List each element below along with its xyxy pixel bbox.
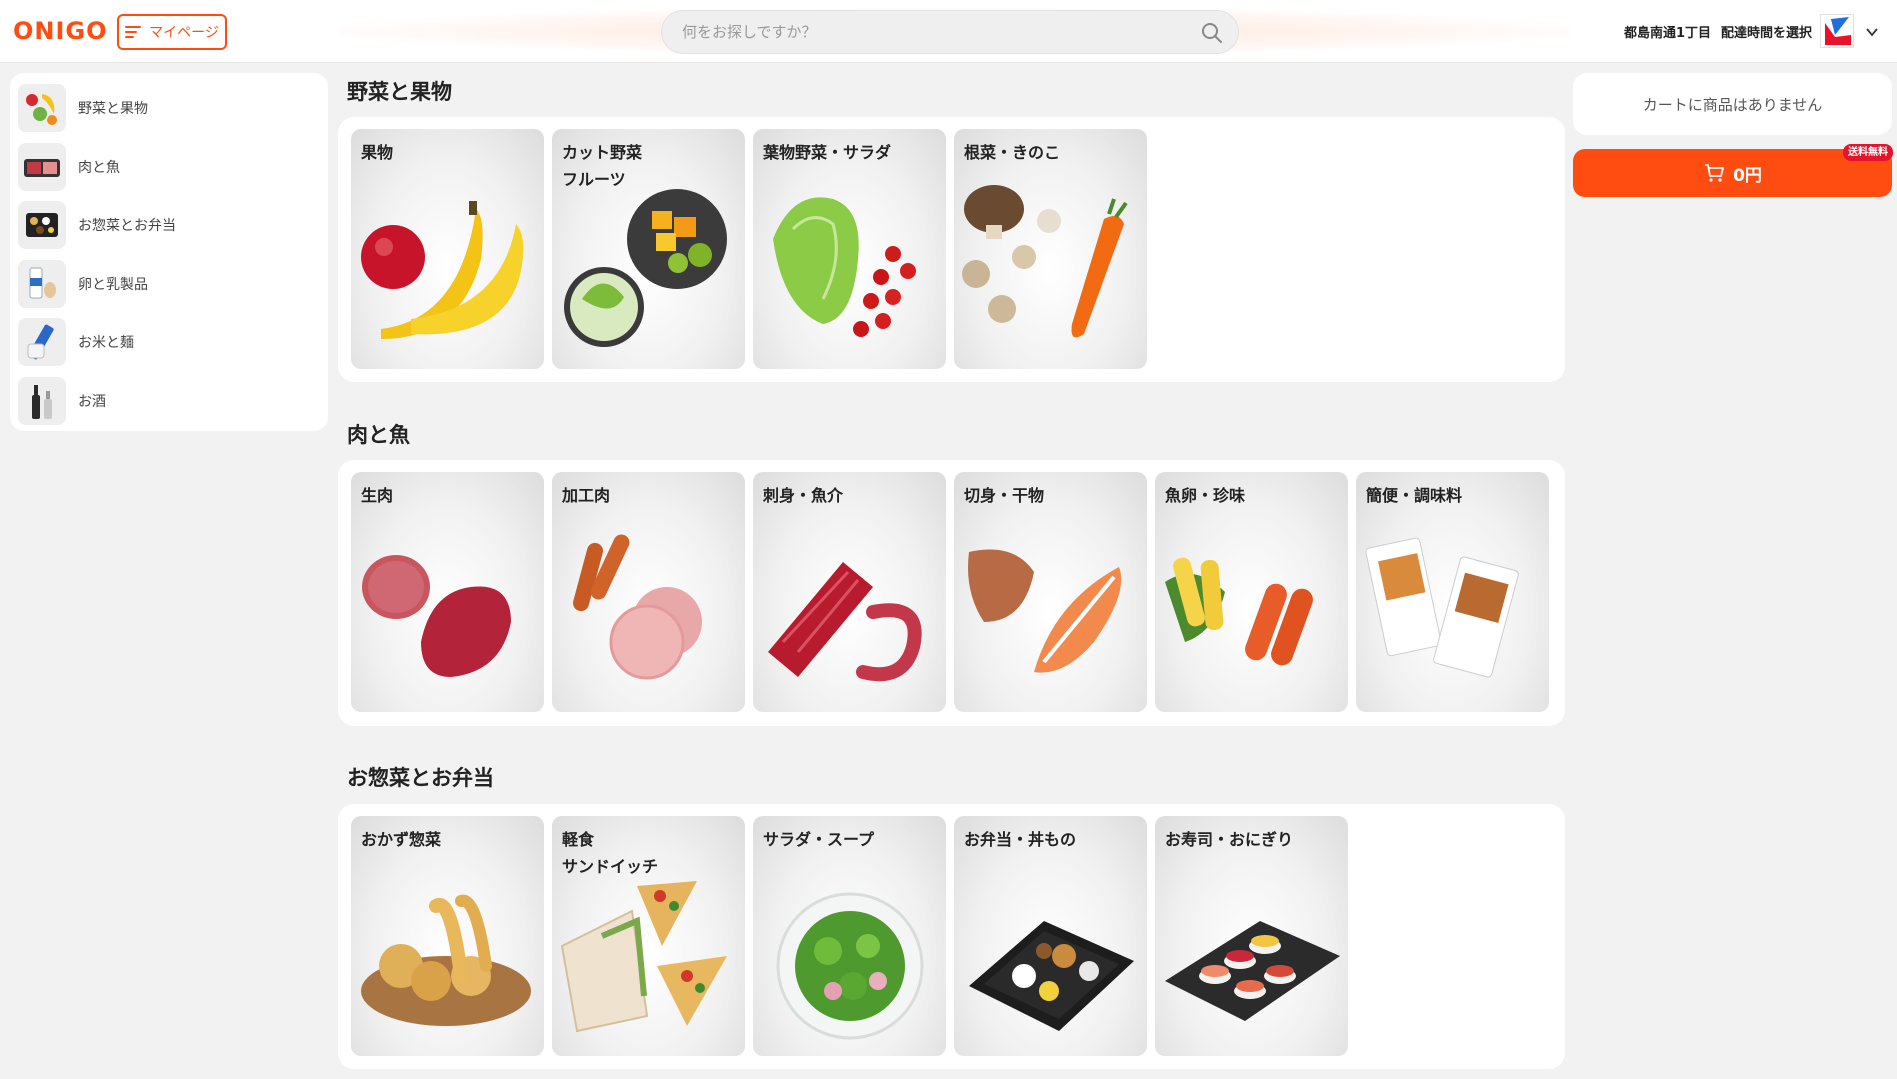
card-label: 魚卵・珍味 <box>1165 486 1246 505</box>
card-label: お寿司・おにぎり <box>1165 830 1294 849</box>
card-label: 加工肉 <box>562 486 611 505</box>
sidebar-item-rice-noodles[interactable]: お米と麺 <box>10 313 328 372</box>
avatar-icon <box>1821 15 1853 47</box>
search-input[interactable] <box>682 11 1182 53</box>
onigo-logo[interactable]: ONIGO <box>13 16 108 46</box>
category-card-fillet-dried[interactable]: 切身・干物 <box>954 472 1147 712</box>
sidebar-item-label: お酒 <box>78 393 106 410</box>
deli-bento-icon <box>18 201 66 250</box>
delivery-time-select[interactable]: 配達時間を選択 <box>1721 22 1812 42</box>
sidebar-item-label: お惣菜とお弁当 <box>78 218 176 235</box>
card-label: 刺身・魚介 <box>763 486 844 505</box>
card-label: 簡便・調味料 <box>1366 486 1463 505</box>
category-card-roe-delicacy[interactable]: 魚卵・珍味 <box>1155 472 1348 712</box>
search-icon[interactable] <box>1200 21 1224 45</box>
card-label: サラダ・スープ <box>763 830 875 849</box>
section-title-vegetables-fruits: 野菜と果物 <box>347 80 452 104</box>
category-card-bento-donburi[interactable]: お弁当・丼もの <box>954 816 1147 1056</box>
section-title-deli-bento: お惣菜とお弁当 <box>347 766 494 790</box>
delivery-address[interactable]: 都島南通1丁目 <box>1624 22 1711 42</box>
sidebar-item-label: 野菜と果物 <box>78 101 148 118</box>
card-label: 果物 <box>361 143 394 162</box>
category-sidebar: 野菜と果物 肉と魚 お惣菜とお弁当 卵と乳製品 お米と麺 お酒 <box>10 73 328 431</box>
sidebar-item-label: お米と麺 <box>78 335 134 352</box>
category-card-sushi-onigiri[interactable]: お寿司・おにぎり <box>1155 816 1348 1056</box>
chevron-down-icon[interactable] <box>1864 24 1880 40</box>
sidebar-item-eggs-dairy[interactable]: 卵と乳製品 <box>10 255 328 314</box>
rice-noodles-icon <box>18 318 66 367</box>
category-card-sashimi-seafood[interactable]: 刺身・魚介 <box>753 472 946 712</box>
search-bar[interactable] <box>661 10 1239 54</box>
category-card-salad-soup[interactable]: サラダ・スープ <box>753 816 946 1056</box>
card-label: おかず惣菜 <box>361 830 442 849</box>
category-card-side-dishes[interactable]: おかず惣菜 <box>351 816 544 1056</box>
card-label: 切身・干物 <box>964 486 1045 505</box>
cart-total: 0円 <box>1733 165 1762 186</box>
category-card-root-mushroom[interactable]: 根菜・きのこ <box>954 129 1147 369</box>
sidebar-item-meat-fish[interactable]: 肉と魚 <box>10 138 328 197</box>
category-panel-meat-fish: 生肉 加工肉 刺身・魚介 切身・干物 魚卵・珍味 簡便・調味料 <box>338 460 1565 726</box>
mypage-label: マイページ <box>149 25 219 41</box>
category-card-snacks-sandwich[interactable]: 軽食 サンドイッチ <box>552 816 745 1056</box>
category-card-cut-vegetables-fruits[interactable]: カット野菜 フルーツ <box>552 129 745 369</box>
menu-icon <box>125 26 142 38</box>
category-card-leafy-salad[interactable]: 葉物野菜・サラダ <box>753 129 946 369</box>
user-avatar[interactable] <box>1820 14 1854 48</box>
sidebar-item-alcohol[interactable]: お酒 <box>10 372 328 431</box>
vegetables-fruits-icon <box>18 84 66 133</box>
delivery-info[interactable]: 都島南通1丁目 配達時間を選択 <box>1624 22 1812 42</box>
meat-fish-icon <box>18 142 66 191</box>
section-title-meat-fish: 肉と魚 <box>347 423 410 447</box>
cart-summary: カートに商品はありません <box>1573 73 1892 135</box>
card-label: 軽食 サンドイッチ <box>562 830 659 876</box>
header-bar: ONIGO マイページ 都島南通1丁目 配達時間を選択 <box>0 0 1897 63</box>
card-label: 葉物野菜・サラダ <box>763 143 892 162</box>
category-card-convenience-seasoning[interactable]: 簡便・調味料 <box>1356 472 1549 712</box>
sidebar-item-label: 肉と魚 <box>78 159 120 176</box>
category-card-processed-meat[interactable]: 加工肉 <box>552 472 745 712</box>
eggs-dairy-icon <box>18 259 66 308</box>
cart-icon <box>1705 164 1724 182</box>
free-shipping-badge: 送料無料 <box>1843 144 1893 161</box>
category-panel-deli-bento: おかず惣菜 軽食 サンドイッチ サラダ・スープ お弁当・丼もの お寿司・おにぎり <box>338 804 1565 1069</box>
card-label: 根菜・きのこ <box>964 143 1061 162</box>
sidebar-item-deli-bento[interactable]: お惣菜とお弁当 <box>10 196 328 255</box>
cart-empty-text: カートに商品はありません <box>1642 95 1823 114</box>
card-label: カット野菜 フルーツ <box>562 143 643 189</box>
mypage-button[interactable]: マイページ <box>117 14 227 50</box>
card-label: 生肉 <box>361 486 394 505</box>
category-card-raw-meat[interactable]: 生肉 <box>351 472 544 712</box>
category-card-fruit[interactable]: 果物 <box>351 129 544 369</box>
sidebar-item-label: 卵と乳製品 <box>78 276 148 293</box>
sidebar-item-vegetables-fruits[interactable]: 野菜と果物 <box>10 79 328 138</box>
alcohol-icon <box>18 376 66 425</box>
category-panel-vegetables-fruits: 果物 カット野菜 フルーツ 葉物野菜・サラダ 根菜・きのこ <box>338 117 1565 382</box>
card-label: お弁当・丼もの <box>964 830 1077 849</box>
